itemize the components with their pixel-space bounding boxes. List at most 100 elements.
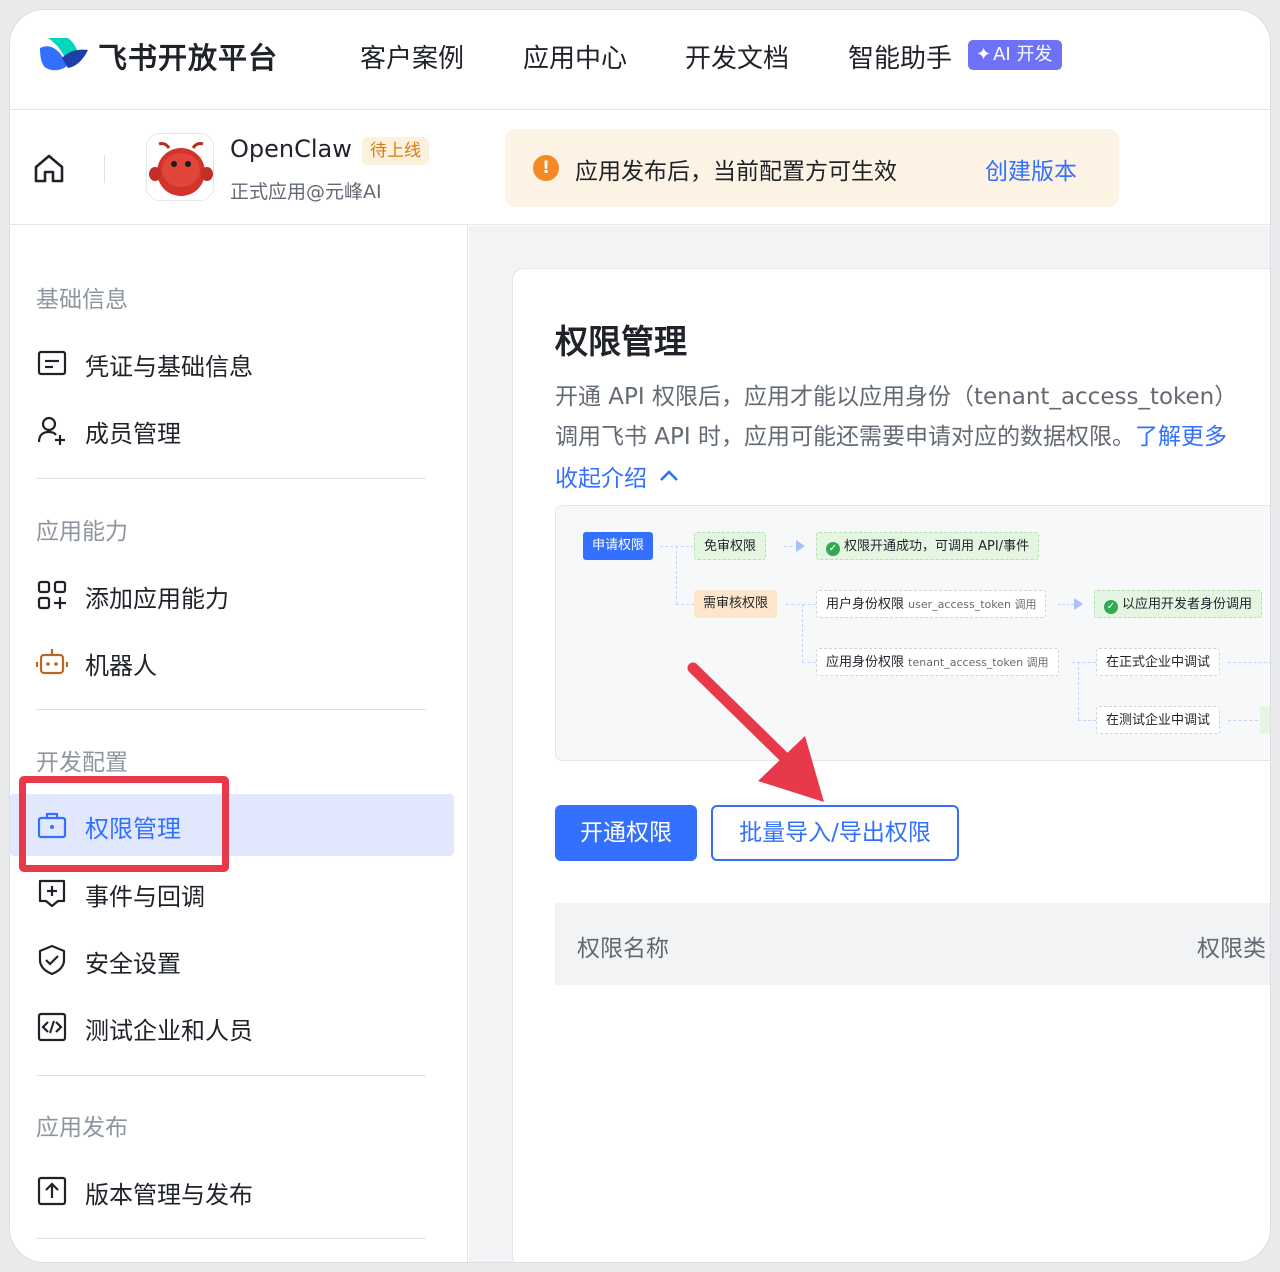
enable-permission-button[interactable]: 开通权限	[555, 805, 697, 861]
check-icon: ✓	[826, 542, 840, 556]
divider	[36, 478, 426, 479]
sidebar-item-add-capability[interactable]: 添加应用能力	[10, 564, 454, 626]
event-icon	[38, 879, 66, 908]
main-content: 权限管理 开通 API 权限后，应用才能以应用身份（tenant_access_…	[469, 226, 1270, 1262]
publish-notice: ! 应用发布后，当前配置方可生效 创建版本	[505, 129, 1119, 207]
add-member-icon	[37, 416, 65, 445]
divider	[36, 1075, 426, 1076]
page-title: 权限管理	[555, 322, 687, 361]
check-icon: ✓	[1104, 600, 1118, 614]
connector-line	[676, 604, 694, 605]
dev-call-label: 以应用开发者身份调用	[1122, 597, 1253, 612]
app-name: OpenClaw	[230, 135, 352, 163]
notice-text: 应用发布后，当前配置方可生效	[575, 159, 897, 185]
code-icon	[37, 1012, 67, 1042]
nav-dev-docs[interactable]: 开发文档	[685, 38, 789, 75]
free-permission-box: 免审权限	[694, 532, 767, 560]
ai-dev-badge[interactable]: ✦ AI 开发	[968, 40, 1063, 70]
app-token-label: tenant_access_token 调用	[908, 656, 1049, 669]
sidebar-item-label: 凭证与基础信息	[85, 353, 253, 381]
sidebar-item-robot[interactable]: 机器人	[10, 631, 454, 693]
collapse-intro-toggle[interactable]: 收起介绍	[555, 459, 680, 493]
permission-flow-diagram: 申请权限 免审权限 ✓ 权限开通成功，可调用 API/事件 需审核权限 用户身份权…	[555, 505, 1270, 761]
sidebar-item-label: 版本管理与发布	[85, 1181, 253, 1209]
connector-line	[802, 604, 803, 662]
review-permission-box: 需审核权限	[694, 590, 778, 618]
batch-import-export-button[interactable]: 批量导入/导出权限	[711, 805, 959, 861]
sidebar-item-members[interactable]: 成员管理	[10, 399, 454, 461]
nav-customer-cases[interactable]: 客户案例	[360, 38, 464, 75]
permissions-card: 权限管理 开通 API 权限后，应用才能以应用身份（tenant_access_…	[512, 268, 1270, 1262]
feishu-logo-icon[interactable]	[38, 34, 90, 76]
home-icon[interactable]	[32, 151, 66, 185]
status-badge: 待上线	[362, 137, 429, 165]
chevron-up-icon	[660, 470, 679, 481]
app-window: 飞书开放平台 客户案例 应用中心 开发文档 智能助手 ✦ AI 开发 OpenC…	[10, 10, 1270, 1262]
app-perm-label: 应用身份权限	[826, 655, 905, 670]
success-label: 权限开通成功，可调用 API/事件	[844, 539, 1030, 554]
app-header-bar: OpenClaw 待上线 正式应用@元峰AI ! 应用发布后，当前配置方可生效 …	[10, 111, 1270, 225]
user-token-label: user_access_token 调用	[908, 598, 1037, 611]
sidebar-section-dev-config: 开发配置	[36, 750, 128, 776]
column-header-type[interactable]: 权限类	[1197, 929, 1266, 963]
red-mascot-icon	[147, 134, 213, 200]
permission-table-header: 权限名称 权限类	[555, 903, 1270, 985]
top-navigation: 飞书开放平台 客户案例 应用中心 开发文档 智能助手 ✦ AI 开发	[10, 10, 1270, 110]
sidebar-section-basic: 基础信息	[36, 287, 128, 313]
connector-line	[1228, 720, 1258, 721]
sidebar-section-capabilities: 应用能力	[36, 519, 128, 545]
brand-title[interactable]: 飞书开放平台	[98, 35, 278, 77]
nav-smart-assistant[interactable]: 智能助手	[848, 38, 952, 75]
sidebar-item-label: 安全设置	[85, 950, 181, 978]
sidebar: 基础信息 凭证与基础信息 成员管理 应用能力 添加应用能力 机器人 开发配置 权…	[10, 226, 468, 1262]
arrow-right-icon	[1074, 598, 1083, 610]
column-header-name[interactable]: 权限名称	[577, 929, 669, 963]
connector-line	[786, 604, 816, 605]
intro-text-line1: 开通 API 权限后，应用才能以应用身份（tenant_access_token…	[555, 384, 1238, 410]
intro-text: 调用飞书 API 时，应用可能还需要申请对应的数据权限。	[555, 424, 1136, 450]
create-version-link[interactable]: 创建版本	[985, 152, 1077, 186]
sidebar-item-security[interactable]: 安全设置	[10, 929, 454, 991]
app-subtitle: 正式应用@元峰AI	[230, 181, 382, 203]
sidebar-item-credentials[interactable]: 凭证与基础信息	[10, 332, 454, 394]
connector-line	[802, 662, 816, 663]
sidebar-item-label: 成员管理	[85, 420, 181, 448]
connector-line	[1078, 720, 1096, 721]
cutoff-box	[1260, 706, 1270, 734]
sidebar-item-label: 添加应用能力	[85, 585, 229, 613]
app-permission-box: 应用身份权限 tenant_access_token 调用	[816, 648, 1059, 676]
connector-line	[660, 546, 694, 547]
credential-icon	[37, 350, 67, 376]
nav-app-center[interactable]: 应用中心	[523, 38, 627, 75]
intro-text-line2: 调用飞书 API 时，应用可能还需要申请对应的数据权限。了解更多	[555, 417, 1227, 451]
divider	[36, 709, 426, 710]
app-avatar	[146, 133, 214, 201]
collapse-label: 收起介绍	[555, 466, 647, 492]
apply-permission-box: 申请权限	[583, 532, 654, 560]
sidebar-item-label: 测试企业和人员	[85, 1017, 253, 1045]
sidebar-item-version-publish[interactable]: 版本管理与发布	[10, 1160, 454, 1222]
warning-icon: !	[533, 155, 559, 181]
divider	[36, 1238, 426, 1239]
learn-more-link[interactable]: 了解更多	[1135, 424, 1227, 450]
arrow-right-icon	[796, 540, 805, 552]
robot-icon	[36, 649, 68, 675]
test-debug-box: 在测试企业中调试	[1096, 706, 1221, 734]
sidebar-item-test-enterprise[interactable]: 测试企业和人员	[10, 996, 454, 1058]
divider	[104, 155, 105, 183]
success-box: ✓ 权限开通成功，可调用 API/事件	[816, 532, 1040, 560]
add-capability-icon	[37, 580, 67, 610]
highlight-annotation-box	[19, 776, 229, 872]
user-permission-box: 用户身份权限 user_access_token 调用	[816, 590, 1047, 618]
sidebar-section-publish: 应用发布	[36, 1115, 128, 1141]
sparkle-icon: ✦	[976, 44, 992, 65]
prod-debug-box: 在正式企业中调试	[1096, 648, 1221, 676]
connector-line	[1072, 662, 1096, 663]
upload-icon	[37, 1176, 67, 1206]
shield-icon	[38, 944, 66, 976]
connector-line	[1058, 604, 1074, 605]
connector-line	[1078, 662, 1079, 720]
ai-badge-label: AI 开发	[993, 44, 1053, 65]
sidebar-item-label: 事件与回调	[85, 883, 205, 911]
sidebar-item-label: 机器人	[85, 652, 157, 680]
